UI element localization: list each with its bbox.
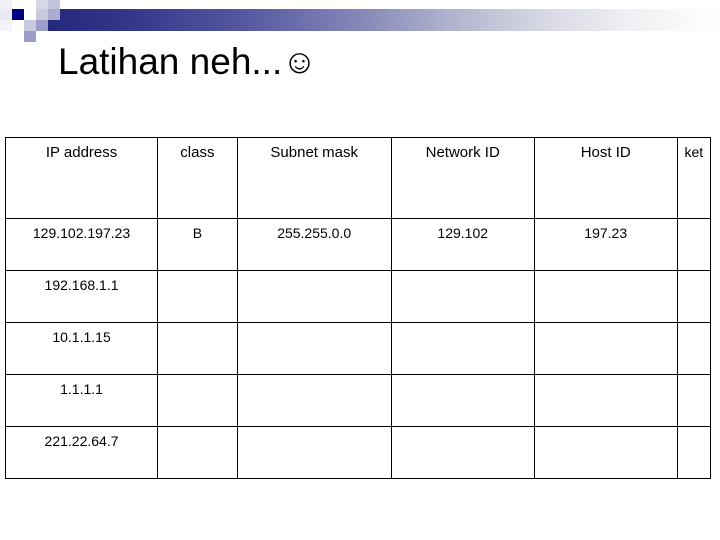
decorative-square	[0, 9, 12, 20]
decorative-square	[12, 31, 24, 42]
cell-host-id[interactable]	[533, 374, 678, 427]
gradient-bar	[0, 9, 720, 31]
cell-network-id[interactable]	[390, 322, 535, 375]
header-decoration-band	[0, 0, 720, 46]
cell-subnet-mask[interactable]: 255.255.0.0	[236, 218, 392, 271]
cell-class[interactable]: B	[157, 218, 238, 271]
cell-host-id[interactable]	[533, 426, 678, 479]
cell-ip-address[interactable]: 129.102.197.23	[4, 218, 159, 271]
cell-subnet-mask[interactable]	[236, 374, 392, 427]
cell-ket[interactable]	[676, 270, 712, 323]
cell-class[interactable]	[157, 426, 238, 479]
table-body: 129.102.197.23 B 255.255.0.0 129.102 197.23 1…	[4, 218, 712, 479]
table-header-row: IP address class Subnet mask Network ID …	[4, 137, 712, 219]
table-row: 221.22.64.7	[4, 426, 712, 479]
cell-host-id[interactable]	[533, 270, 678, 323]
decorative-square	[12, 20, 24, 31]
decorative-square	[0, 0, 12, 9]
decorative-square	[48, 0, 60, 9]
cell-subnet-mask[interactable]	[236, 270, 392, 323]
cell-network-id[interactable]	[390, 270, 535, 323]
column-header-subnet-mask: Subnet mask	[236, 137, 392, 219]
table-row: 1.1.1.1	[4, 374, 712, 427]
decorative-square	[24, 31, 36, 42]
ip-address-exercise-table: IP address class Subnet mask Network ID …	[4, 137, 712, 479]
cell-ip-address[interactable]: 10.1.1.15	[4, 322, 159, 375]
decorative-square	[12, 9, 24, 20]
cell-network-id[interactable]	[390, 426, 535, 479]
decorative-square	[36, 31, 48, 42]
decorative-square	[24, 0, 36, 9]
cell-host-id[interactable]: 197.23	[533, 218, 678, 271]
column-header-ip-address: IP address	[4, 137, 159, 219]
page-title-text: Latihan neh...	[58, 41, 283, 82]
cell-network-id[interactable]: 129.102	[390, 218, 535, 271]
column-header-host-id: Host ID	[533, 137, 678, 219]
column-header-class: class	[157, 137, 238, 219]
cell-ip-address[interactable]: 1.1.1.1	[4, 374, 159, 427]
cell-ip-address[interactable]: 192.168.1.1	[4, 270, 159, 323]
cell-ket[interactable]	[676, 322, 712, 375]
decorative-square	[12, 0, 24, 9]
cell-class[interactable]	[157, 322, 238, 375]
cell-ket[interactable]	[676, 426, 712, 479]
column-header-ket: ket	[676, 137, 712, 219]
decorative-square	[36, 9, 48, 20]
decorative-square	[36, 0, 48, 9]
table-row: 10.1.1.15	[4, 322, 712, 375]
cell-subnet-mask[interactable]	[236, 322, 392, 375]
decorative-square	[0, 31, 12, 42]
cell-subnet-mask[interactable]	[236, 426, 392, 479]
decorative-square	[0, 20, 12, 31]
page-title: Latihan neh...☺	[58, 41, 317, 83]
table-row: 192.168.1.1	[4, 270, 712, 323]
cell-class[interactable]	[157, 270, 238, 323]
cell-class[interactable]	[157, 374, 238, 427]
cell-ket[interactable]	[676, 218, 712, 271]
cell-host-id[interactable]	[533, 322, 678, 375]
smiley-face-icon: ☺	[282, 43, 317, 81]
column-header-network-id: Network ID	[390, 137, 535, 219]
table-row: 129.102.197.23 B 255.255.0.0 129.102 197.23	[4, 218, 712, 271]
cell-network-id[interactable]	[390, 374, 535, 427]
cell-ip-address[interactable]: 221.22.64.7	[4, 426, 159, 479]
cell-ket[interactable]	[676, 374, 712, 427]
table-header: IP address class Subnet mask Network ID …	[4, 137, 712, 219]
decorative-square	[24, 20, 36, 31]
decorative-square	[24, 9, 36, 20]
decorative-square	[36, 20, 48, 31]
decorative-square	[48, 9, 60, 20]
